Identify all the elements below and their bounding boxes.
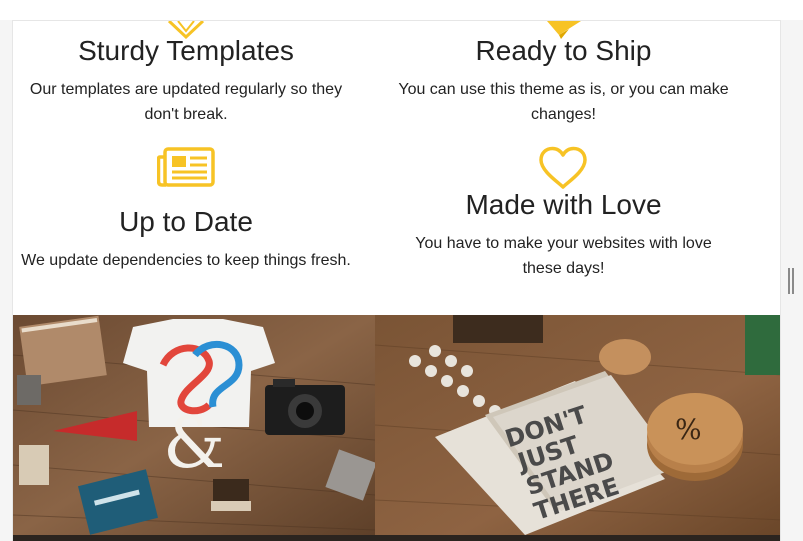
feature-sturdy-templates: Sturdy Templates Our templates are updat…: [13, 34, 359, 127]
feature-ready-to-ship: Ready to Ship You can use this theme as …: [379, 34, 748, 127]
portfolio-image: &: [13, 315, 375, 535]
feature-description-line1: We update dependencies to keep things fr…: [21, 252, 351, 269]
heart-icon: [539, 146, 587, 189]
feature-description-line1: You can use this theme as is, or you can…: [398, 81, 729, 98]
feature-description-line2: changes!: [531, 106, 596, 123]
portfolio-item-back-to-school[interactable]: &: [13, 315, 375, 535]
feature-title: Made with Love: [465, 189, 662, 220]
feature-description-line1: Our templates are updated regularly so t…: [29, 81, 343, 98]
feature-up-to-date: Up to Date We update dependencies to kee…: [13, 205, 359, 273]
portfolio-item-dont-just-stand-there[interactable]: DON'T JUST STAND THERE %: [375, 315, 780, 535]
feature-description-line2: these days!: [522, 260, 605, 277]
svg-text:%: %: [675, 413, 702, 446]
feature-description-line1: You have to make your websites with love: [415, 235, 712, 252]
portfolio-row-peek-right: [375, 535, 780, 541]
feature-title: Ready to Ship: [475, 35, 652, 66]
feature-title: Up to Date: [119, 206, 253, 237]
feature-description-line2: don't break.: [144, 106, 228, 123]
feature-made-with-love: Made with Love You have to make your web…: [379, 188, 748, 281]
newspaper-icon: [157, 147, 215, 187]
portfolio-row-peek-left: [13, 535, 375, 541]
page-top-bar: [0, 0, 803, 20]
svg-text:&: &: [163, 402, 225, 484]
content-panel: Sturdy Templates Our templates are updat…: [12, 20, 781, 541]
portfolio-image: DON'T JUST STAND THERE %: [375, 315, 780, 535]
feature-title: Sturdy Templates: [78, 35, 294, 66]
resize-handle[interactable]: [788, 268, 794, 294]
